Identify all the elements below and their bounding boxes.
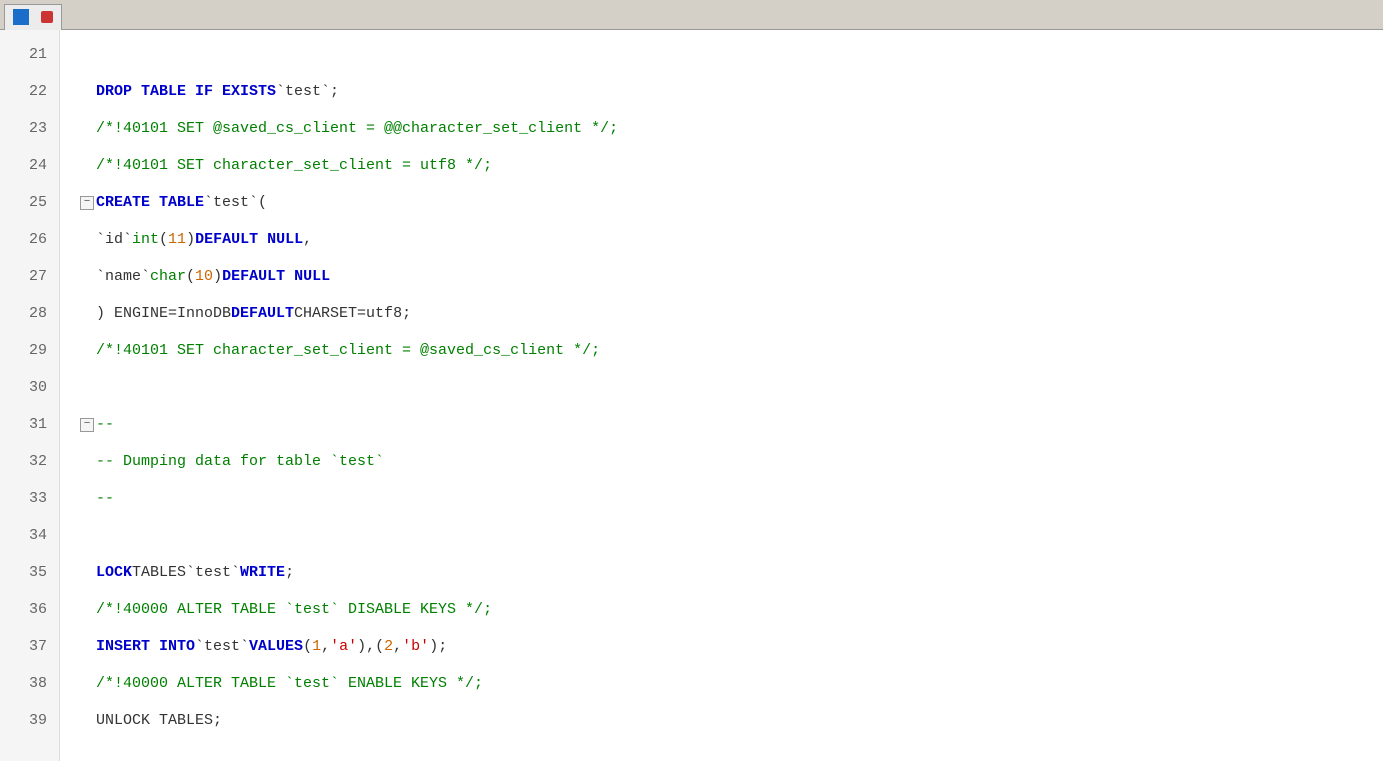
code-token: /*!40101 SET @saved_cs_client = @@charac…	[96, 110, 618, 147]
tab-bar	[0, 0, 1383, 30]
line-number: 37	[0, 628, 59, 665]
code-token: DROP TABLE IF EXISTS	[96, 73, 276, 110]
code-line: LOCK TABLES `test` WRITE;	[80, 554, 1383, 591]
line-number: 22	[0, 73, 59, 110]
code-token: VALUES	[249, 628, 303, 665]
code-token: 'a'	[330, 628, 357, 665]
line-number: 30	[0, 369, 59, 406]
code-token: (	[186, 258, 195, 295]
code-token: DEFAULT	[231, 295, 294, 332]
code-token: ,	[321, 628, 330, 665]
line-number: 26	[0, 221, 59, 258]
line-number: 27	[0, 258, 59, 295]
code-line: UNLOCK TABLES;	[80, 702, 1383, 739]
tab-close-button[interactable]	[41, 11, 53, 23]
code-line: /*!40101 SET character_set_client = utf8…	[80, 147, 1383, 184]
line-number: 36	[0, 591, 59, 628]
code-line: ) ENGINE=InnoDB DEFAULT CHARSET=utf8;	[80, 295, 1383, 332]
sql-file-icon	[13, 9, 29, 25]
code-line: /*!40101 SET @saved_cs_client = @@charac…	[80, 110, 1383, 147]
editor-area: 21222324252627282930313233343536373839 D…	[0, 30, 1383, 761]
code-token: /*!40101 SET character_set_client = @sav…	[96, 332, 600, 369]
code-token: `test`	[204, 184, 258, 221]
line-number: 38	[0, 665, 59, 702]
code-token: 11	[168, 221, 186, 258]
code-token: --	[96, 480, 114, 517]
code-token: ;	[285, 554, 294, 591]
code-token: CREATE TABLE	[96, 184, 204, 221]
code-token: --	[96, 406, 114, 443]
line-number: 24	[0, 147, 59, 184]
code-token: )	[213, 258, 222, 295]
code-token: `test`	[195, 628, 249, 665]
code-token: `id`	[96, 221, 132, 258]
line-numbers-gutter: 21222324252627282930313233343536373839	[0, 30, 60, 761]
line-number: 31	[0, 406, 59, 443]
code-token: );	[429, 628, 447, 665]
code-token: /*!40000 ALTER TABLE `test` ENABLE KEYS …	[96, 665, 483, 702]
code-token: ) ENGINE=InnoDB	[96, 295, 231, 332]
code-line: /*!40000 ALTER TABLE `test` ENABLE KEYS …	[80, 665, 1383, 702]
code-token: `test`	[276, 73, 330, 110]
code-line	[80, 369, 1383, 406]
line-number: 39	[0, 702, 59, 739]
code-token: ;	[330, 73, 339, 110]
code-token: ),(	[357, 628, 384, 665]
code-token: WRITE	[240, 554, 285, 591]
code-line: /*!40000 ALTER TABLE `test` DISABLE KEYS…	[80, 591, 1383, 628]
code-token: )	[186, 221, 195, 258]
line-number: 35	[0, 554, 59, 591]
code-token: int	[132, 221, 159, 258]
line-number: 23	[0, 110, 59, 147]
code-token: DEFAULT NULL	[195, 221, 303, 258]
code-line	[80, 517, 1383, 554]
code-token: (	[159, 221, 168, 258]
code-token: 2	[384, 628, 393, 665]
code-line: `id` int(11) DEFAULT NULL,	[80, 221, 1383, 258]
code-token: `test`	[186, 554, 240, 591]
code-line: `name` char(10) DEFAULT NULL	[80, 258, 1383, 295]
line-number: 29	[0, 332, 59, 369]
code-token: 'b'	[402, 628, 429, 665]
file-tab[interactable]	[4, 4, 62, 30]
code-token: INSERT INTO	[96, 628, 195, 665]
line-number: 32	[0, 443, 59, 480]
code-token: CHARSET=utf8;	[294, 295, 411, 332]
code-token: ,	[303, 221, 312, 258]
main-window: 21222324252627282930313233343536373839 D…	[0, 0, 1383, 761]
code-token: /*!40101 SET character_set_client = utf8…	[96, 147, 492, 184]
code-line: -- Dumping data for table `test`	[80, 443, 1383, 480]
code-token: -- Dumping data for table `test`	[96, 443, 384, 480]
code-line: −CREATE TABLE `test` (	[80, 184, 1383, 221]
code-token: /*!40000 ALTER TABLE `test` DISABLE KEYS…	[96, 591, 492, 628]
code-line: INSERT INTO `test` VALUES (1,'a'),(2,'b'…	[80, 628, 1383, 665]
code-token: 1	[312, 628, 321, 665]
line-number: 21	[0, 36, 59, 73]
code-line: /*!40101 SET character_set_client = @sav…	[80, 332, 1383, 369]
code-line: --	[80, 480, 1383, 517]
line-number: 33	[0, 480, 59, 517]
code-line	[80, 36, 1383, 73]
code-token: TABLES	[132, 554, 186, 591]
code-token: DEFAULT NULL	[222, 258, 330, 295]
fold-marker[interactable]: −	[80, 196, 94, 210]
line-number: 25	[0, 184, 59, 221]
code-token: (	[258, 184, 267, 221]
code-token: UNLOCK TABLES;	[96, 702, 222, 739]
code-token: (	[303, 628, 312, 665]
code-editor[interactable]: DROP TABLE IF EXISTS `test`;/*!40101 SET…	[60, 30, 1383, 761]
line-number: 28	[0, 295, 59, 332]
code-line: DROP TABLE IF EXISTS `test`;	[80, 73, 1383, 110]
fold-marker[interactable]: −	[80, 418, 94, 432]
code-line: −--	[80, 406, 1383, 443]
code-token: LOCK	[96, 554, 132, 591]
code-token: ,	[393, 628, 402, 665]
code-token: `name`	[96, 258, 150, 295]
code-token: char	[150, 258, 186, 295]
line-number: 34	[0, 517, 59, 554]
code-token: 10	[195, 258, 213, 295]
